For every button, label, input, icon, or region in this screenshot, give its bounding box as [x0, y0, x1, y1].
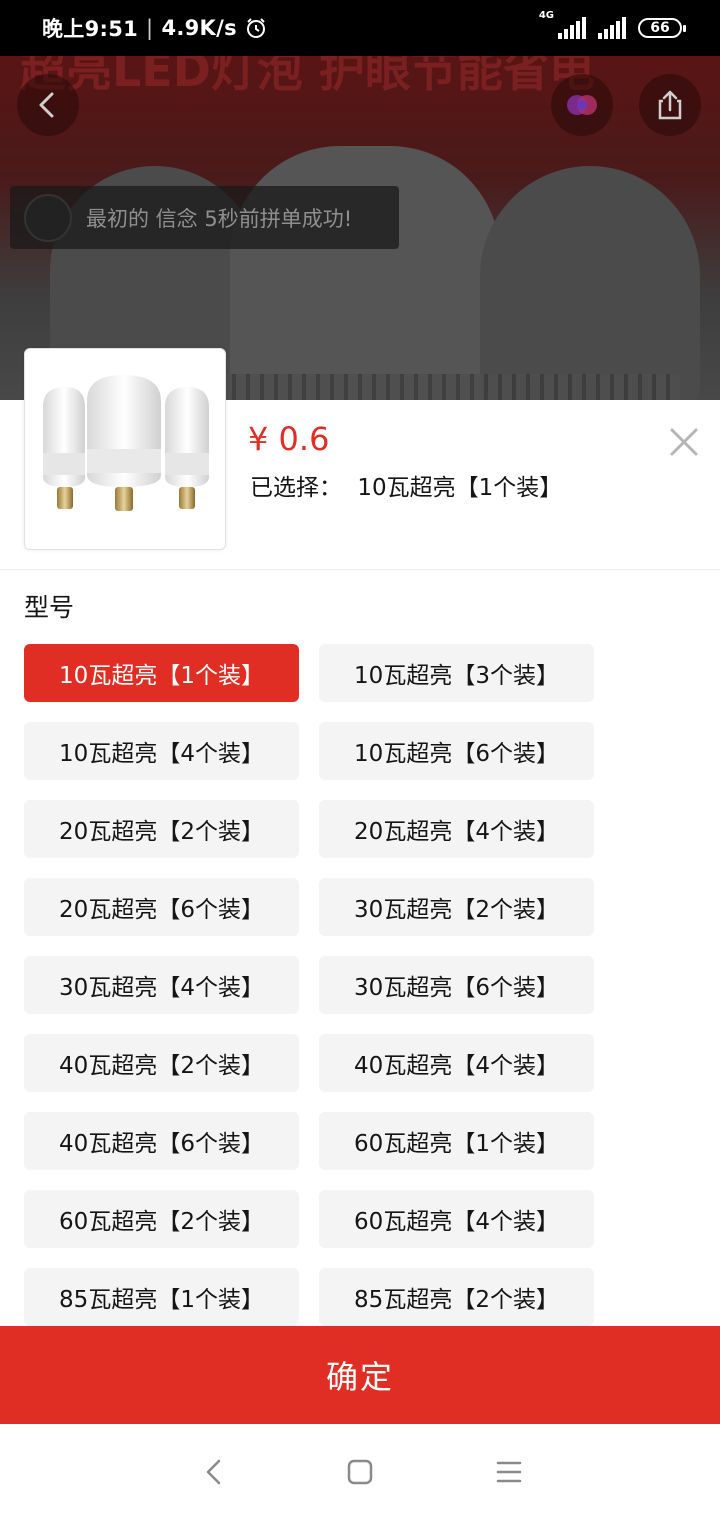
model-option[interactable]: 10瓦超亮【3个装】: [319, 644, 594, 702]
status-time: 晚上9:51: [42, 17, 139, 41]
share-icon: [658, 90, 682, 120]
alarm-icon: [246, 18, 265, 38]
model-option[interactable]: 10瓦超亮【4个装】: [24, 722, 299, 780]
battery-level: 66: [650, 20, 670, 36]
bulb-product-image: [43, 375, 209, 511]
divider: [0, 569, 720, 570]
model-option[interactable]: 85瓦超亮【2个装】: [319, 1268, 594, 1326]
signal-icon: [558, 17, 586, 39]
model-option[interactable]: 85瓦超亮【1个装】: [24, 1268, 299, 1326]
model-option[interactable]: 10瓦超亮【1个装】: [24, 644, 299, 702]
share-button[interactable]: [639, 74, 701, 136]
nav-back-icon: [206, 1459, 221, 1485]
status-right: 4G 66: [539, 11, 686, 39]
group-buy-toast: 最初的 信念 5秒前拼单成功!: [10, 186, 399, 249]
status-left: 晚上9:51 | 4.9K/s: [42, 13, 267, 43]
model-option[interactable]: 30瓦超亮【4个装】: [24, 956, 299, 1014]
toast-text: 最初的 信念 5秒前拼单成功!: [86, 206, 353, 231]
selected-value: 10瓦超亮【1个装】: [357, 475, 563, 501]
battery-indicator: 66: [638, 18, 686, 38]
close-button[interactable]: [664, 422, 704, 462]
model-option[interactable]: 60瓦超亮【1个装】: [319, 1112, 594, 1170]
bulb-shape: [480, 166, 700, 401]
network-type: 4G: [538, 10, 554, 21]
model-option[interactable]: 30瓦超亮【2个装】: [319, 878, 594, 936]
nav-back-button[interactable]: [194, 1454, 234, 1490]
product-thumbnail: [24, 348, 226, 550]
product-price: ¥ 0.6: [248, 420, 330, 458]
nav-menu-icon: [496, 1461, 522, 1483]
app-logo-button[interactable]: [551, 74, 613, 136]
bulb-shape: [230, 146, 500, 401]
status-separator: |: [146, 16, 154, 40]
sku-selection-sheet: ¥ 0.6 已选择： 10瓦超亮【1个装】 型号 10瓦超亮【1个装】 10瓦超亮…: [0, 348, 720, 1520]
nav-home-button[interactable]: [340, 1454, 380, 1490]
model-option[interactable]: 40瓦超亮【4个装】: [319, 1034, 594, 1092]
system-nav-bar: [0, 1424, 720, 1520]
close-icon: [670, 428, 698, 456]
model-option[interactable]: 40瓦超亮【6个装】: [24, 1112, 299, 1170]
model-option[interactable]: 20瓦超亮【2个装】: [24, 800, 299, 858]
confirm-button[interactable]: 确定: [0, 1326, 720, 1424]
status-bar: 晚上9:51 | 4.9K/s 4G 66: [0, 0, 720, 56]
avatar: [24, 193, 72, 242]
model-option[interactable]: 10瓦超亮【6个装】: [319, 722, 594, 780]
model-option[interactable]: 40瓦超亮【2个装】: [24, 1034, 299, 1092]
status-speed: 4.9K/s: [161, 16, 237, 40]
section-title-model: 型号: [24, 593, 75, 622]
model-option[interactable]: 20瓦超亮【4个装】: [319, 800, 594, 858]
back-button[interactable]: [17, 74, 79, 136]
nav-home-icon: [347, 1459, 373, 1485]
selected-label: 已选择：: [250, 475, 342, 501]
back-arrow-icon: [39, 92, 54, 118]
app-logo-icon: [567, 95, 597, 115]
model-option[interactable]: 20瓦超亮【6个装】: [24, 878, 299, 936]
model-option[interactable]: 60瓦超亮【4个装】: [319, 1190, 594, 1248]
model-option[interactable]: 60瓦超亮【2个装】: [24, 1190, 299, 1248]
hero-title: 超亮LED灯泡 护眼节能省电: [20, 56, 595, 97]
signal-icon-2: [598, 17, 626, 39]
nav-menu-button[interactable]: [489, 1454, 529, 1490]
selected-summary: 已选择： 10瓦超亮【1个装】: [250, 468, 562, 502]
model-option[interactable]: 30瓦超亮【6个装】: [319, 956, 594, 1014]
